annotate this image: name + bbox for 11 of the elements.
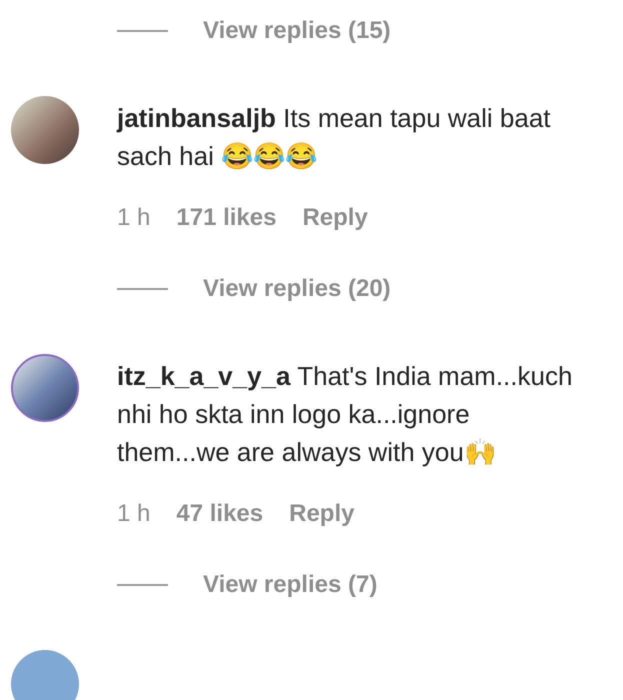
view-replies-link[interactable]: View replies (20) <box>203 275 391 303</box>
likes-count[interactable]: 171 likes <box>176 204 276 232</box>
likes-count[interactable]: 47 likes <box>176 500 264 528</box>
view-replies-link[interactable]: View replies (15) <box>203 17 391 45</box>
comment-time: 1 h <box>117 500 150 528</box>
comment-text: itz_k_a_v_y_a That's India mam...kuch nhi ho skta inn logo ka...ignore them...we are always with you🙌 <box>117 360 574 469</box>
comment-text: jatinbansaljb Its mean tapu wali baat sach hai 😂😂😂 <box>117 102 552 173</box>
reply-link[interactable]: Reply <box>302 204 368 232</box>
view-replies-link[interactable]: View replies (7) <box>203 571 378 599</box>
comment-time: 1 h <box>117 204 150 232</box>
reply-link[interactable]: Reply <box>289 500 354 528</box>
